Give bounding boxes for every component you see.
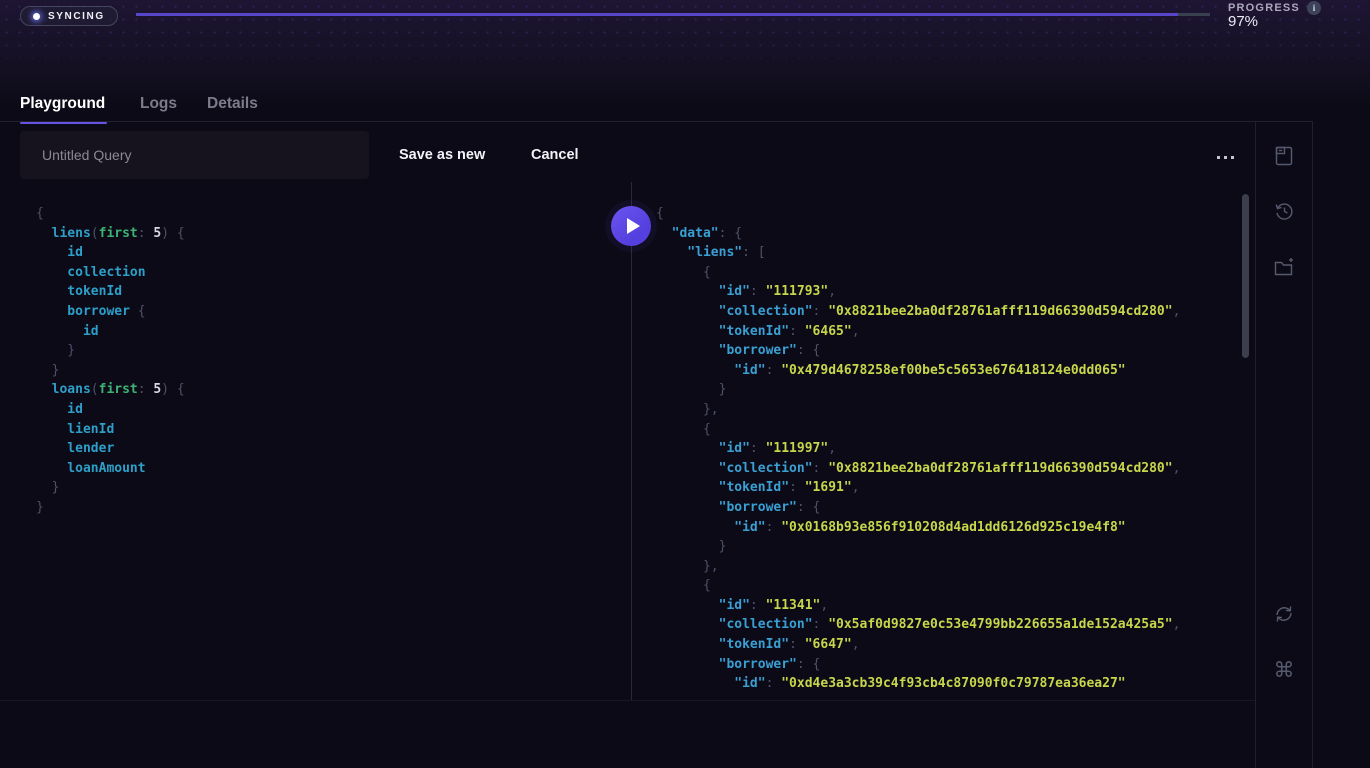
progress-fill: [136, 13, 1178, 16]
header-dot-pattern: [0, 0, 1370, 72]
icon-rail-right-divider: [1312, 122, 1313, 768]
response-scrollbar[interactable]: [1242, 194, 1249, 358]
history-icon[interactable]: [1270, 197, 1298, 225]
playground-page: SYNCING PROGRESS i 97% Playground Logs D…: [0, 0, 1370, 768]
tab-details[interactable]: Details: [207, 95, 287, 123]
refresh-icon[interactable]: [1270, 600, 1298, 628]
graphql-query-code: { liens(first: 5) { id collection tokenI…: [0, 182, 631, 518]
json-response-code: { "data": { "liens": [ { "id": "111793",…: [632, 182, 1255, 694]
sync-progress-bar: [136, 13, 1210, 16]
cancel-button[interactable]: Cancel: [531, 147, 579, 163]
docs-icon[interactable]: [1270, 142, 1298, 170]
info-icon[interactable]: i: [1307, 1, 1321, 15]
syncing-dot-icon: [33, 13, 40, 20]
query-name-input[interactable]: [20, 131, 369, 179]
tab-bar-divider: [0, 121, 1313, 122]
editor-bottom-divider: [0, 700, 1255, 701]
syncing-label: SYNCING: [48, 11, 105, 22]
save-as-new-button[interactable]: Save as new: [399, 147, 485, 163]
command-icon[interactable]: ⌘: [1270, 656, 1298, 684]
tab-bar: Playground Logs Details: [20, 95, 287, 123]
progress-percentage: 97%: [1228, 13, 1258, 30]
icon-rail-left-divider: [1255, 122, 1256, 768]
tab-playground[interactable]: Playground: [20, 95, 140, 123]
query-editor[interactable]: { liens(first: 5) { id collection tokenI…: [0, 182, 631, 700]
response-viewer: { "data": { "liens": [ { "id": "111793",…: [632, 182, 1255, 700]
tab-logs[interactable]: Logs: [140, 95, 207, 123]
more-options-icon[interactable]: [1212, 150, 1238, 164]
syncing-status-badge: SYNCING: [20, 6, 118, 26]
folder-add-icon[interactable]: [1270, 253, 1298, 281]
